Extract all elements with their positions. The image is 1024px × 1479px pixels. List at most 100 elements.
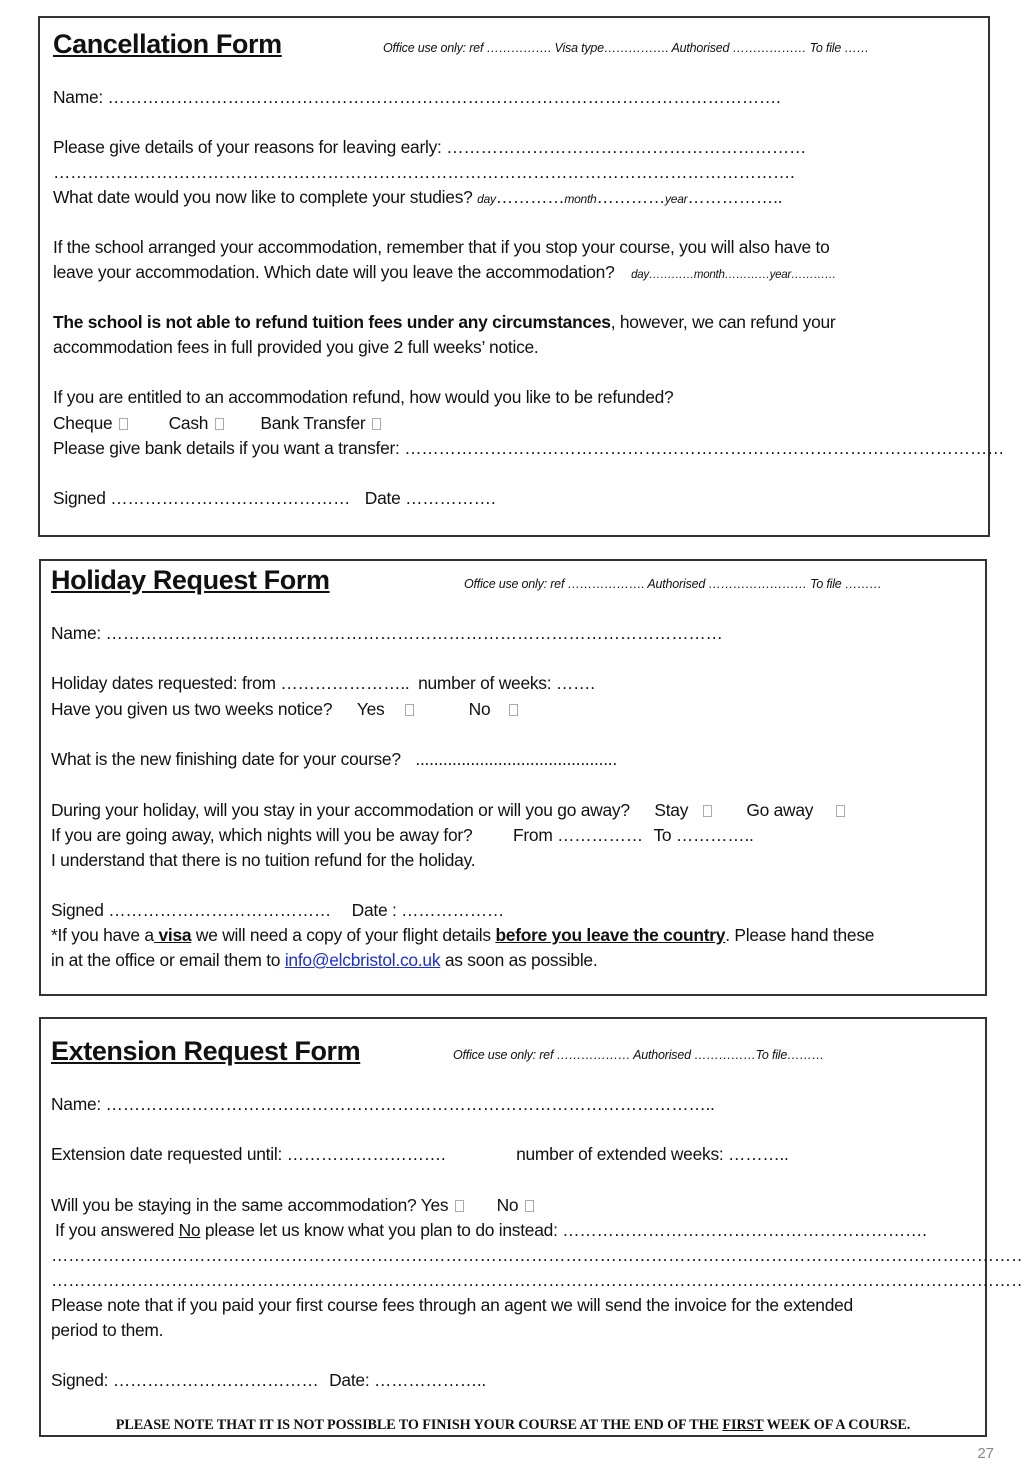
extension-name-field[interactable]: Name: …………………………………………………………………………………………… (51, 1095, 715, 1113)
before-leave-country: before you leave the country (495, 925, 726, 945)
extension-dates-row: Extension date requested until: ……………………… (51, 1144, 789, 1164)
finish-date-field[interactable]: ........................................… (415, 749, 617, 769)
bank-details-field[interactable]: Please give bank details if you want a t… (53, 439, 1004, 457)
go-away-checkbox[interactable] (835, 805, 845, 817)
option-cash-checkbox[interactable] (214, 418, 224, 430)
holiday-office-use: Office use only: ref ………………. Authorised … (464, 577, 882, 591)
extension-until-field[interactable]: Extension date requested until: ……………………… (51, 1144, 446, 1164)
complete-date-month-label: month (564, 192, 597, 206)
option-bank-transfer-label: Bank Transfer (260, 413, 366, 433)
nights-question: If you are going away, which nights will… (51, 825, 473, 845)
first-week-notice-first: FIRST (722, 1417, 764, 1433)
option-cheque-label: Cheque (53, 413, 113, 433)
answered-no-word: No (178, 1220, 201, 1240)
agent-note-line-2: period to them. (51, 1320, 164, 1340)
cancellation-signature-row: Signed …………………………………… Date ……………. (53, 488, 496, 508)
holiday-date-field[interactable]: Date : ……………… (352, 900, 505, 920)
cancellation-reasons-field[interactable]: Please give details of your reasons for … (53, 138, 806, 156)
stay-row: During your holiday, will you stay in yo… (51, 800, 847, 820)
notice-yes-label: Yes (356, 699, 385, 719)
complete-date-year-label: year (665, 192, 688, 206)
cancellation-date-field[interactable]: Date ……………. (365, 488, 496, 508)
cancellation-office-use: Office use only: ref ……………. Visa type………… (383, 41, 869, 55)
cancellation-signed-field[interactable]: Signed …………………………………… (53, 488, 350, 508)
extension-signed-field[interactable]: Signed: ……………………………… (51, 1370, 319, 1390)
option-cash-label: Cash (168, 413, 209, 433)
cancellation-form-title: Cancellation Form (53, 29, 282, 59)
email-link[interactable]: info@elcbristol.co.uk (285, 950, 441, 970)
holiday-dates-row: Holiday dates requested: from ………………….. … (51, 673, 595, 693)
complete-date-month-field[interactable]: ………… (596, 187, 665, 207)
visa-note-post: . Please hand these (725, 925, 875, 945)
notice-no-checkbox[interactable] (509, 704, 518, 716)
go-away-label: Go away (746, 800, 814, 820)
same-accommodation-row: Will you be staying in the same accommod… (51, 1195, 536, 1215)
extension-weeks-field[interactable]: number of extended weeks: ……….. (516, 1144, 789, 1164)
notice-no-label: No (468, 699, 491, 719)
notice-row: Have you given us two weeks notice? Yes … (51, 699, 520, 719)
holiday-weeks-field[interactable]: number of weeks: ……. (418, 673, 595, 693)
notice-yes-checkbox[interactable] (405, 704, 415, 716)
leave-accommodation-date-field[interactable]: day…………month…………year………… (631, 269, 836, 281)
extension-date-field[interactable]: Date: ……………….. (329, 1370, 486, 1390)
visa-note-mid: we will need a copy of your flight detai… (191, 925, 496, 945)
finish-date-row: What is the new finishing date for your … (51, 749, 617, 769)
refund-policy-rest: , however, we can refund your (610, 312, 836, 332)
same-accommodation-yes-checkbox[interactable] (454, 1200, 464, 1212)
stay-label: Stay (654, 800, 689, 820)
extension-signature-row: Signed: ……………………………… Date: ……………….. (51, 1370, 486, 1390)
refund-policy-line-2: accommodation fees in full provided you … (53, 337, 539, 357)
finish-date-label: What is the new finishing date for your … (51, 749, 401, 769)
holiday-request-form: Holiday Request Form Office use only: re… (39, 559, 987, 996)
visa-note-pre: *If you have a (51, 925, 154, 945)
nights-from-field[interactable]: From …………… (513, 825, 643, 845)
stay-question: During your holiday, will you stay in yo… (51, 800, 630, 820)
cancellation-complete-date-row: What date would you now like to complete… (53, 187, 782, 207)
cancellation-name-field[interactable]: Name: …………………………………………………………………………………………… (53, 88, 781, 106)
extension-request-form: Extension Request Form Office use only: … (39, 1017, 1024, 1437)
holiday-signed-field[interactable]: Signed ………………………………… (51, 900, 331, 920)
option-bank-transfer-checkbox[interactable] (372, 418, 382, 430)
holiday-form-title: Holiday Request Form (51, 565, 330, 595)
visa-note-line-1: *If you have a visa we will need a copy … (51, 925, 875, 945)
complete-date-year-field[interactable]: …………….. (687, 187, 782, 207)
visa-note-line-2: in at the office or email them to info@e… (51, 950, 598, 970)
nights-row: If you are going away, which nights will… (51, 825, 754, 845)
plan-dots-line-1[interactable]: …………………………………………………………………………………………………………… (51, 1246, 1024, 1264)
same-accommodation-no-checkbox[interactable] (524, 1200, 534, 1212)
refund-method-question: If you are entitled to an accommodation … (53, 387, 674, 407)
first-week-notice-post: WEEK OF A COURSE. (763, 1417, 911, 1433)
leave-accommodation-question: leave your accommodation. Which date wil… (53, 262, 615, 282)
visa-note-line2-pre: in at the office or email them to (51, 950, 285, 970)
visa-note-line2-post: as soon as possible. (440, 950, 598, 970)
same-accommodation-question: Will you be staying in the same accommod… (51, 1195, 449, 1215)
nights-to-field[interactable]: To ………….. (653, 825, 753, 845)
first-week-notice: PLEASE NOTE THAT IT IS NOT POSSIBLE TO F… (41, 1417, 985, 1434)
notice-question: Have you given us two weeks notice? (51, 699, 333, 719)
option-cheque-checkbox[interactable] (119, 418, 129, 430)
cancellation-reasons-continuation[interactable]: …………………………………………………………………………………………………………… (53, 163, 795, 181)
visa-word: visa (153, 925, 192, 945)
stay-checkbox[interactable] (702, 805, 712, 817)
refund-method-options: Cheque Cash Bank Transfer (53, 413, 383, 433)
complete-date-label: What date would you now like to complete… (53, 187, 473, 207)
page-number: 27 (977, 1445, 994, 1462)
agent-note-line-1: Please note that if you paid your first … (51, 1295, 853, 1315)
extension-office-use: Office use only: ref ……………… Authorised …… (453, 1048, 825, 1062)
holiday-name-field[interactable]: Name: …………………………………………………………………………………………… (51, 624, 723, 642)
first-week-notice-pre: PLEASE NOTE THAT IT IS NOT POSSIBLE TO F… (115, 1417, 723, 1433)
holiday-dates-field[interactable]: Holiday dates requested: from ………………….. (51, 673, 410, 693)
extension-form-title: Extension Request Form (51, 1036, 361, 1066)
holiday-signature-row: Signed ………………………………… Date : ……………… (51, 900, 505, 920)
answered-no-field[interactable]: please let us know what you plan to do i… (200, 1220, 927, 1240)
no-tuition-refund-notice: The school is not able to refund tuition… (53, 312, 611, 332)
same-accommodation-no-label: No (496, 1195, 519, 1215)
complete-date-day-label: day (477, 192, 496, 206)
refund-policy-line-1: The school is not able to refund tuition… (53, 312, 836, 332)
answered-no-pre: If you answered (55, 1220, 179, 1240)
cancellation-form: Cancellation Form Office use only: ref …… (38, 16, 1004, 537)
no-refund-statement: I understand that there is no tuition re… (51, 850, 476, 870)
complete-date-day-field[interactable]: ………… (496, 187, 565, 207)
accommodation-line-2: leave your accommodation. Which date wil… (53, 262, 836, 282)
plan-dots-line-2[interactable]: …………………………………………………………………………………………………………… (51, 1271, 1024, 1289)
